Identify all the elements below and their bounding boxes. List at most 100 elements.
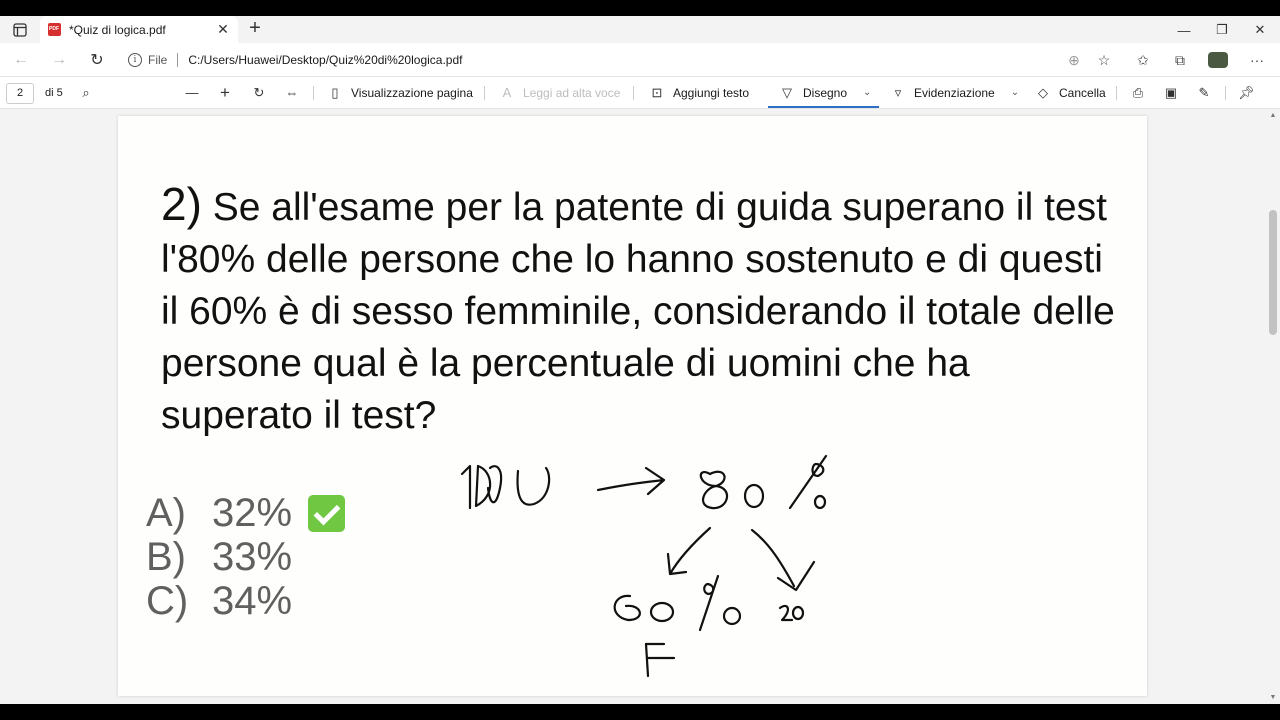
new-tab-button[interactable]: + xyxy=(245,18,265,39)
star-plus-icon: ☆ xyxy=(1097,51,1111,68)
pin-toolbar-button[interactable]: 📌︎ xyxy=(1238,77,1262,108)
erase-button[interactable]: ◇ Cancella xyxy=(1035,77,1106,108)
fit-page-button[interactable]: ⇔ xyxy=(284,77,308,108)
tab-actions-icon xyxy=(13,23,27,37)
address-scheme: File xyxy=(148,53,168,67)
ink-percent-2 xyxy=(698,574,742,632)
address-separator xyxy=(177,53,179,67)
close-window-button[interactable]: ✕ xyxy=(1240,18,1280,42)
tab-close-button[interactable]: ✕ xyxy=(216,21,230,38)
page-total: di 5 xyxy=(45,86,63,99)
read-aloud-icon: A xyxy=(502,85,512,100)
draw-icon: ▽ xyxy=(782,84,792,100)
tab-title: *Quiz di logica.pdf xyxy=(69,22,166,37)
print-icon: ⎙ xyxy=(1132,84,1144,100)
restore-button[interactable]: ❐ xyxy=(1202,18,1242,42)
chevron-down-icon[interactable]: ⌄ xyxy=(863,87,871,98)
favorites-icon: ✩ xyxy=(1137,51,1149,68)
profile-button[interactable] xyxy=(1206,49,1230,71)
zoom-in-button[interactable]: + xyxy=(217,77,241,108)
save-as-icon: ✎ xyxy=(1198,84,1210,100)
address-bar-row: ← → ↻ i File C:/Users/Huawei/Desktop/Qui… xyxy=(0,43,1280,76)
favorites-button[interactable]: ✩ xyxy=(1131,49,1155,71)
ink-percent-1 xyxy=(788,454,828,510)
fit-page-icon: ⇔ xyxy=(285,85,299,100)
erase-label: Cancella xyxy=(1059,85,1106,100)
collections-button[interactable]: ⧉ xyxy=(1168,49,1192,71)
scroll-up-icon[interactable]: ▲ xyxy=(1269,112,1277,120)
more-icon: ··· xyxy=(1250,52,1264,68)
ink-F xyxy=(644,642,676,678)
tab-active[interactable]: *Quiz di logica.pdf ✕ xyxy=(40,16,238,43)
scrollbar[interactable]: ▲ ▼ xyxy=(1266,110,1280,704)
draw-label: Disegno xyxy=(803,85,848,100)
scroll-down-icon[interactable]: ▼ xyxy=(1269,694,1277,702)
highlighter-icon: ▿ xyxy=(894,84,902,100)
address-url: C:/Users/Huawei/Desktop/Quiz%20di%20logi… xyxy=(188,53,463,67)
highlight-button[interactable]: ▿ Evidenziazione ⌄ xyxy=(890,77,1019,108)
read-aloud-label: Leggi ad alta voce xyxy=(523,85,621,100)
text-box-icon: ⊡ xyxy=(651,84,663,100)
info-icon[interactable]: i xyxy=(128,53,142,67)
refresh-icon: ↻ xyxy=(90,52,104,69)
toolbar-divider xyxy=(313,86,314,100)
save-icon: ▣ xyxy=(1164,84,1178,100)
forward-arrow-icon: → xyxy=(51,51,67,68)
active-tool-indicator xyxy=(768,106,879,108)
eraser-icon: ◇ xyxy=(1038,84,1048,100)
ink-20 xyxy=(778,604,805,622)
add-favorite-button[interactable]: ☆ xyxy=(1092,49,1116,71)
collections-icon: ⧉ xyxy=(1175,51,1185,68)
tab-bar: *Quiz di logica.pdf ✕ + — ❐ ✕ xyxy=(0,16,1280,43)
avatar xyxy=(1208,52,1228,68)
pdf-viewer[interactable]: 2) Se all'esame per la patente di guida … xyxy=(0,110,1280,704)
page-view-label: Visualizzazione pagina xyxy=(351,85,473,100)
rotate-icon: ↻ xyxy=(253,84,265,100)
save-as-button[interactable]: ✎ xyxy=(1196,77,1220,108)
forward-button[interactable]: → xyxy=(46,48,72,72)
more-options-button[interactable]: ··· xyxy=(1245,49,1269,71)
back-button[interactable]: ← xyxy=(8,48,34,72)
search-icon: ⌕ xyxy=(82,84,90,100)
page-number-input[interactable]: 2 xyxy=(6,83,34,104)
chevron-down-icon[interactable]: ⌄ xyxy=(1011,87,1019,98)
back-arrow-icon: ← xyxy=(13,51,29,68)
find-button[interactable]: ⌕ xyxy=(78,77,102,108)
zoom-out-button[interactable]: — xyxy=(184,77,208,108)
pdf-icon xyxy=(48,23,61,36)
handwritten-annotations xyxy=(460,454,828,678)
browser-window: *Quiz di logica.pdf ✕ + — ❐ ✕ ← → ↻ i Fi… xyxy=(0,16,1280,704)
ink-60 xyxy=(613,594,675,623)
toolbar-divider xyxy=(1225,86,1226,100)
tab-actions-button[interactable] xyxy=(8,20,32,40)
ink-arrow-right xyxy=(596,466,666,496)
add-text-button[interactable]: ⊡ Aggiungi testo xyxy=(649,77,750,108)
zoom-button[interactable]: ⊕ xyxy=(1062,49,1086,71)
pin-icon: 📌︎ xyxy=(1238,84,1255,100)
read-aloud-button[interactable]: A Leggi ad alta voce xyxy=(499,77,621,108)
page-view-button[interactable]: ▯ Visualizzazione pagina xyxy=(327,77,473,108)
pdf-toolbar: 2 di 5 ⌕ — + ↻ ⇔ ▯ Visualizzazione pagina… xyxy=(0,76,1280,109)
ink-arrow-left-down xyxy=(666,526,712,576)
toolbar-divider xyxy=(633,86,634,100)
refresh-button[interactable]: ↻ xyxy=(84,48,110,72)
ink-arrow-right-down xyxy=(750,528,816,592)
ink-80 xyxy=(699,470,765,510)
draw-button[interactable]: ▽ Disegno ⌄ xyxy=(779,77,871,108)
rotate-button[interactable]: ↻ xyxy=(251,77,275,108)
page-view-icon: ▯ xyxy=(331,84,339,100)
scroll-thumb[interactable] xyxy=(1269,210,1277,335)
highlight-label: Evidenziazione xyxy=(914,85,995,100)
plus-icon: + xyxy=(220,82,230,102)
toolbar-divider xyxy=(484,86,485,100)
pdf-page[interactable]: 2) Se all'esame per la patente di guida … xyxy=(118,116,1147,696)
save-button[interactable]: ▣ xyxy=(1163,77,1187,108)
add-text-label: Aggiungi testo xyxy=(673,85,750,100)
minus-icon: — xyxy=(185,85,199,100)
address-field[interactable]: i File C:/Users/Huawei/Desktop/Quiz%20di… xyxy=(128,49,462,71)
zoom-icon: ⊕ xyxy=(1068,51,1080,68)
minimize-button[interactable]: — xyxy=(1164,18,1204,42)
toolbar-divider xyxy=(1116,86,1117,100)
print-button[interactable]: ⎙ xyxy=(1130,77,1154,108)
ink-100 xyxy=(460,464,551,510)
